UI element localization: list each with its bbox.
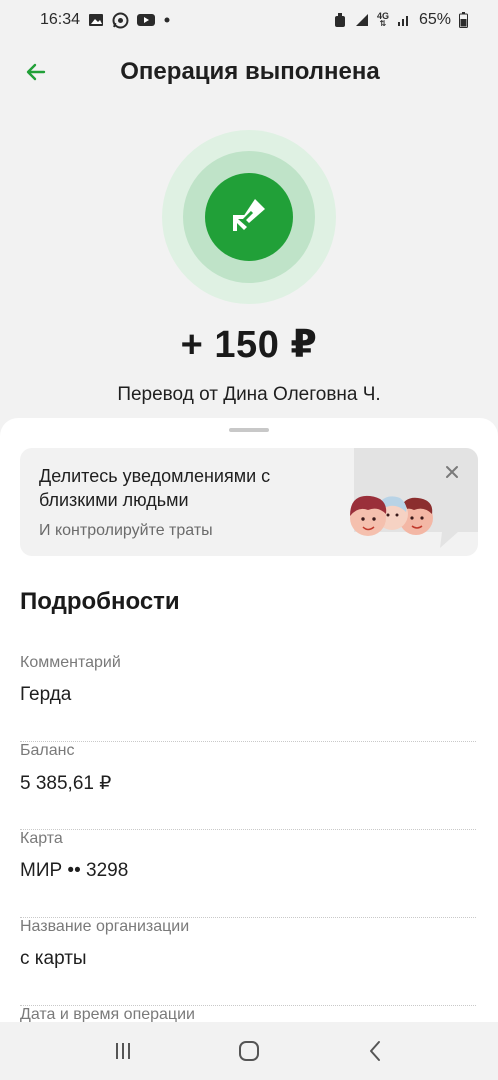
detail-label: Карта bbox=[20, 830, 63, 847]
alarm-icon bbox=[333, 12, 347, 28]
promo-subtitle: И контролируйте траты bbox=[39, 522, 213, 539]
system-nav-bar bbox=[0, 1022, 498, 1080]
close-icon bbox=[446, 466, 458, 478]
detail-balance[interactable]: Баланс 5 385,61 ₽ bbox=[20, 742, 476, 830]
youtube-icon bbox=[137, 13, 156, 27]
recent-apps-button[interactable] bbox=[103, 1031, 143, 1071]
whatsapp-icon bbox=[112, 12, 129, 29]
status-time: 16:34 bbox=[40, 11, 81, 28]
home-button[interactable] bbox=[229, 1031, 269, 1071]
ring-core bbox=[205, 173, 293, 261]
recent-apps-icon bbox=[116, 1043, 130, 1059]
detail-comment[interactable]: Комментарий Герда bbox=[20, 654, 476, 742]
transfer-amount: + 150 ₽ bbox=[180, 324, 318, 366]
back-button[interactable] bbox=[18, 54, 54, 90]
detail-value: МИР •• 3298 bbox=[20, 860, 129, 881]
details-title: Подробности bbox=[20, 588, 180, 615]
image-icon bbox=[88, 13, 104, 27]
promo-title: Делитесь уведомлениями с близкими людьми bbox=[39, 466, 271, 510]
status-right: 4G ⇅ 65% bbox=[333, 11, 468, 29]
detail-label: Дата и время операции bbox=[20, 1006, 195, 1022]
status-left: 16:34 bbox=[40, 11, 171, 29]
battery-icon bbox=[459, 12, 468, 28]
signal-icon-2 bbox=[397, 12, 411, 28]
promo-card[interactable]: Делитесь уведомлениями с близкими людьми… bbox=[20, 448, 478, 556]
app-header: Операция выполнена bbox=[0, 40, 498, 104]
success-graphic bbox=[162, 130, 336, 304]
back-icon bbox=[370, 1041, 380, 1061]
detail-label: Название организации bbox=[20, 918, 190, 935]
detail-datetime[interactable]: Дата и время операции bbox=[20, 1006, 476, 1022]
details-sheet[interactable]: Делитесь уведомлениями с близкими людьми… bbox=[0, 418, 498, 1022]
page-title: Операция выполнена bbox=[120, 58, 380, 85]
promo-close-button[interactable] bbox=[438, 458, 466, 486]
arrow-left-icon bbox=[26, 63, 46, 81]
detail-label: Комментарий bbox=[20, 654, 121, 671]
battery-level: 65% bbox=[418, 11, 451, 28]
dot-icon bbox=[163, 16, 171, 24]
drag-handle[interactable] bbox=[229, 428, 269, 432]
transfer-description: Перевод от Дина Олеговна Ч. bbox=[117, 384, 381, 405]
detail-value: Герда bbox=[20, 684, 72, 705]
network-4g-icon: 4G ⇅ bbox=[377, 12, 389, 28]
detail-organization[interactable]: Название организации с карты bbox=[20, 918, 476, 1006]
transfer-arrow-icon bbox=[233, 199, 265, 231]
detail-label: Баланс bbox=[20, 742, 75, 759]
signal-icon bbox=[355, 12, 369, 28]
home-icon bbox=[239, 1041, 259, 1061]
detail-card[interactable]: Карта МИР •• 3298 bbox=[20, 830, 476, 918]
detail-value: 5 385,61 ₽ bbox=[20, 773, 112, 794]
nav-back-button[interactable] bbox=[355, 1031, 395, 1071]
detail-value: с карты bbox=[20, 948, 87, 969]
data-arrows-icon: ⇅ bbox=[379, 19, 387, 28]
status-bar: 16:34 4G ⇅ 65% bbox=[0, 0, 498, 40]
